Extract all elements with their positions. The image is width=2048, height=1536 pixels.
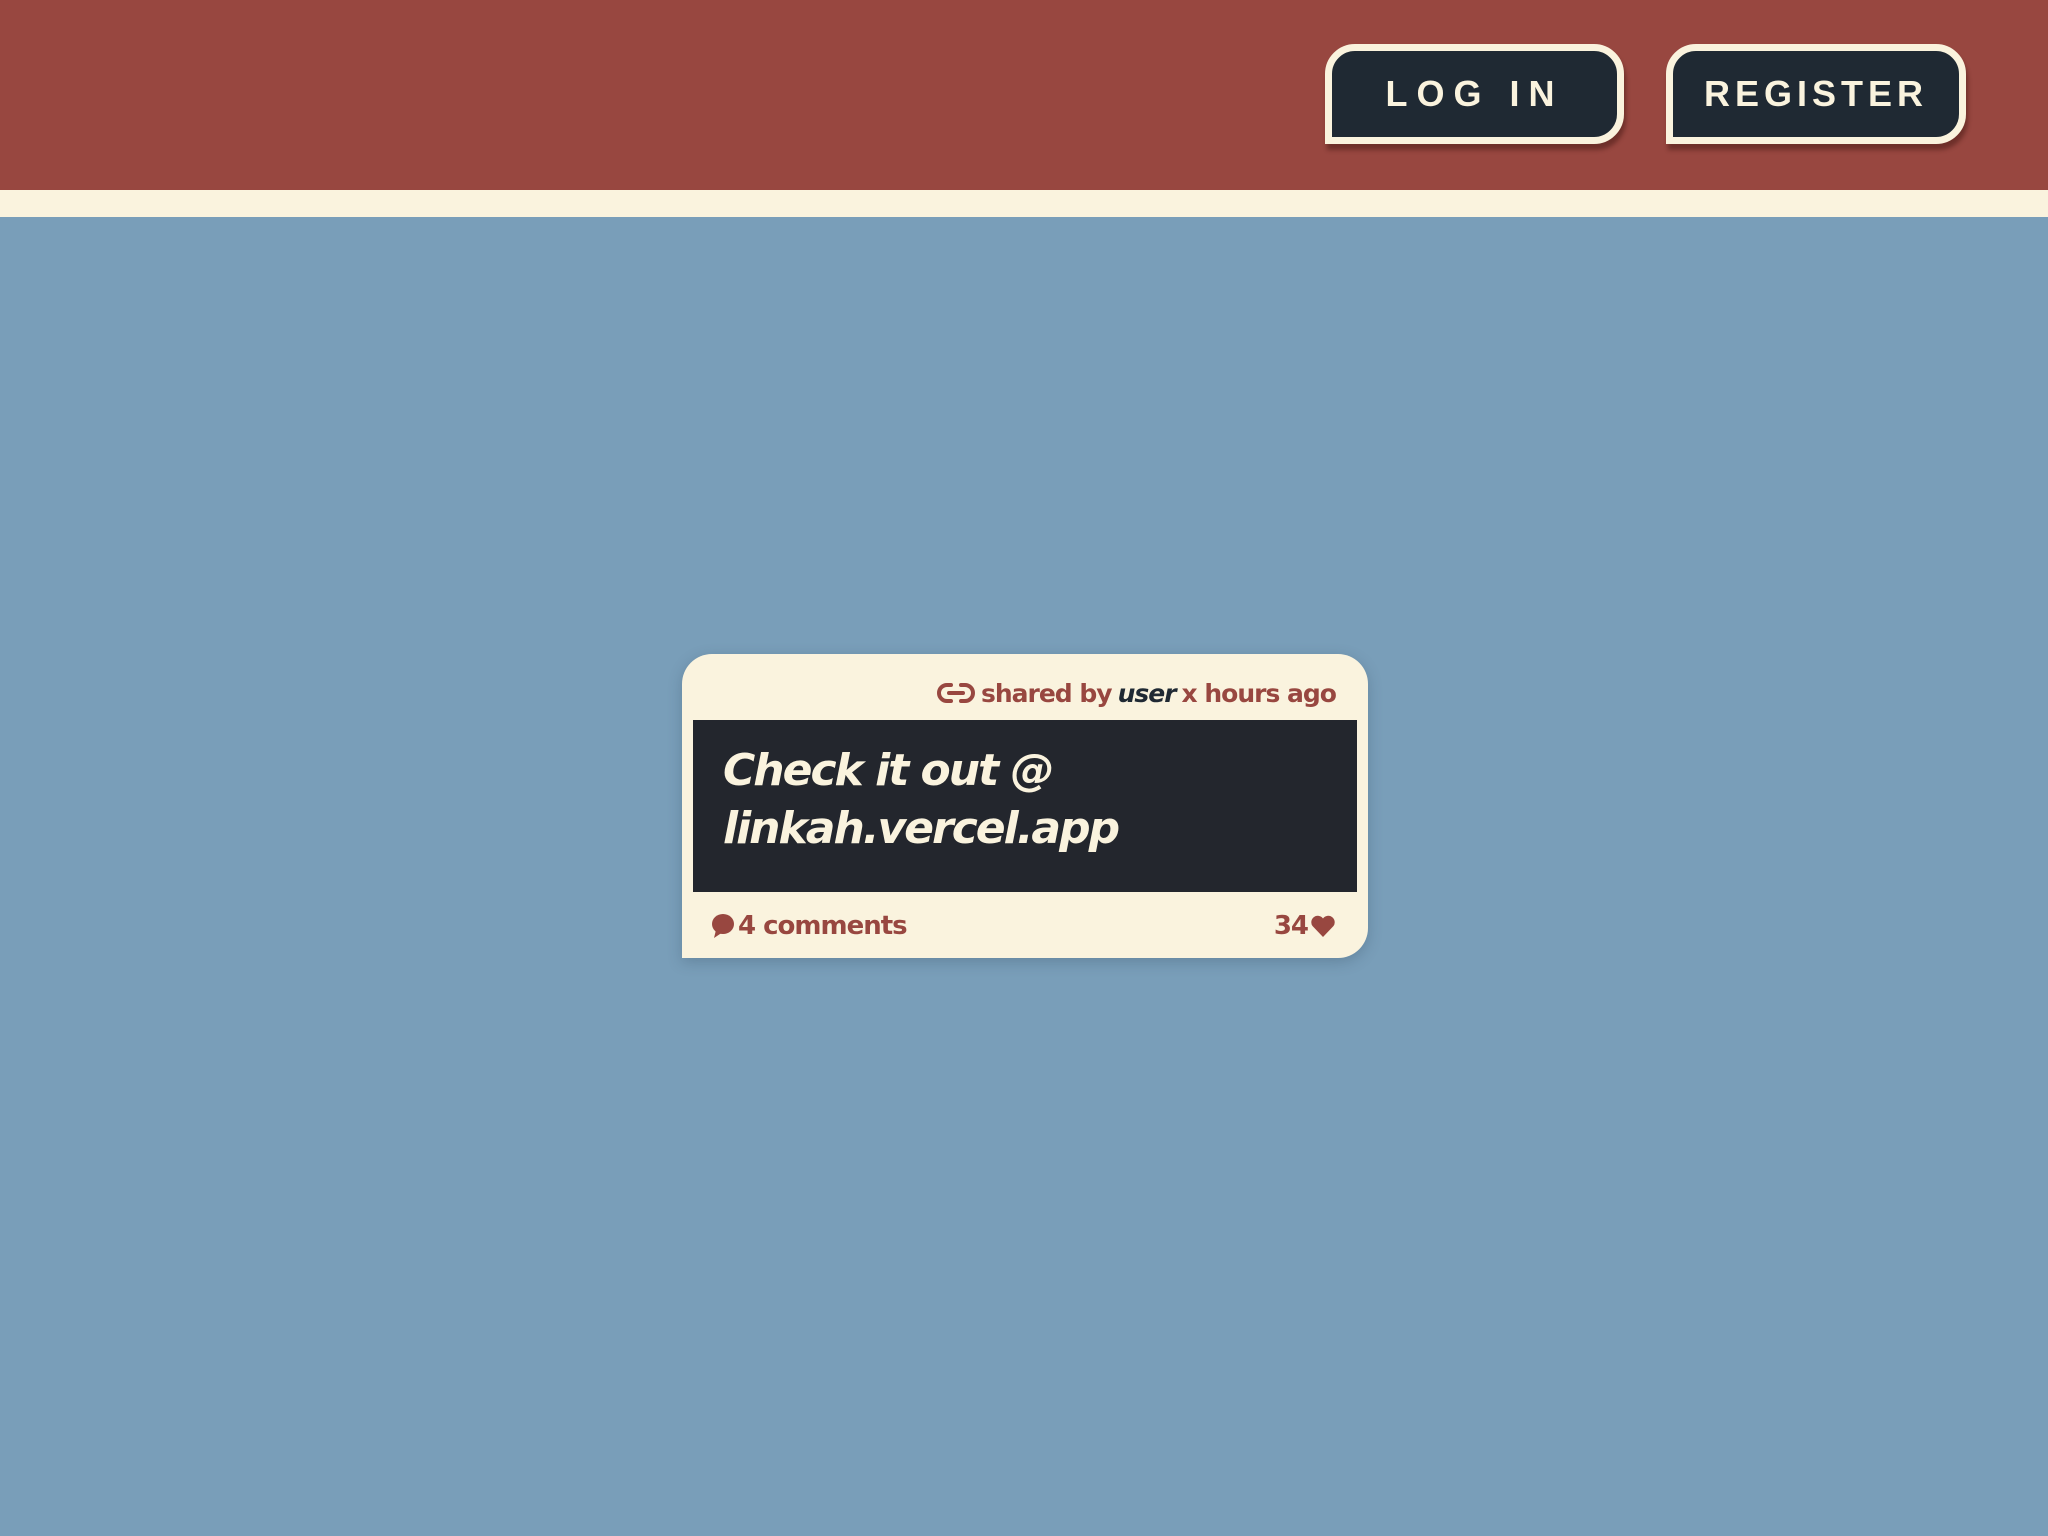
top-bar: LOG IN REGISTER (0, 0, 2048, 190)
comment-bubble-icon (710, 913, 736, 939)
post-meta: shared by user x hours ago (937, 673, 1337, 713)
post-author-link[interactable]: user (1118, 679, 1177, 708)
likes-count: 34 (1273, 911, 1309, 941)
post-content-text: Check it out @ linkah.vercel.app (723, 745, 1120, 854)
comments-count-label: 4 comments (738, 911, 908, 941)
comments-link[interactable]: 4 comments (710, 911, 908, 941)
post-content-box[interactable]: Check it out @ linkah.vercel.app (693, 720, 1357, 892)
header-divider (0, 190, 2048, 217)
post-card[interactable]: shared by user x hours ago Check it out … (682, 654, 1368, 958)
like-button[interactable]: 34 (1274, 911, 1336, 941)
heart-icon (1310, 914, 1336, 938)
post-timestamp: x hours ago (1181, 678, 1337, 708)
link-icon (937, 681, 975, 705)
register-button[interactable]: REGISTER (1666, 44, 1966, 144)
meta-prefix: shared by (980, 678, 1113, 708)
post-footer: 4 comments 34 (710, 906, 1336, 946)
login-button[interactable]: LOG IN (1325, 44, 1624, 144)
